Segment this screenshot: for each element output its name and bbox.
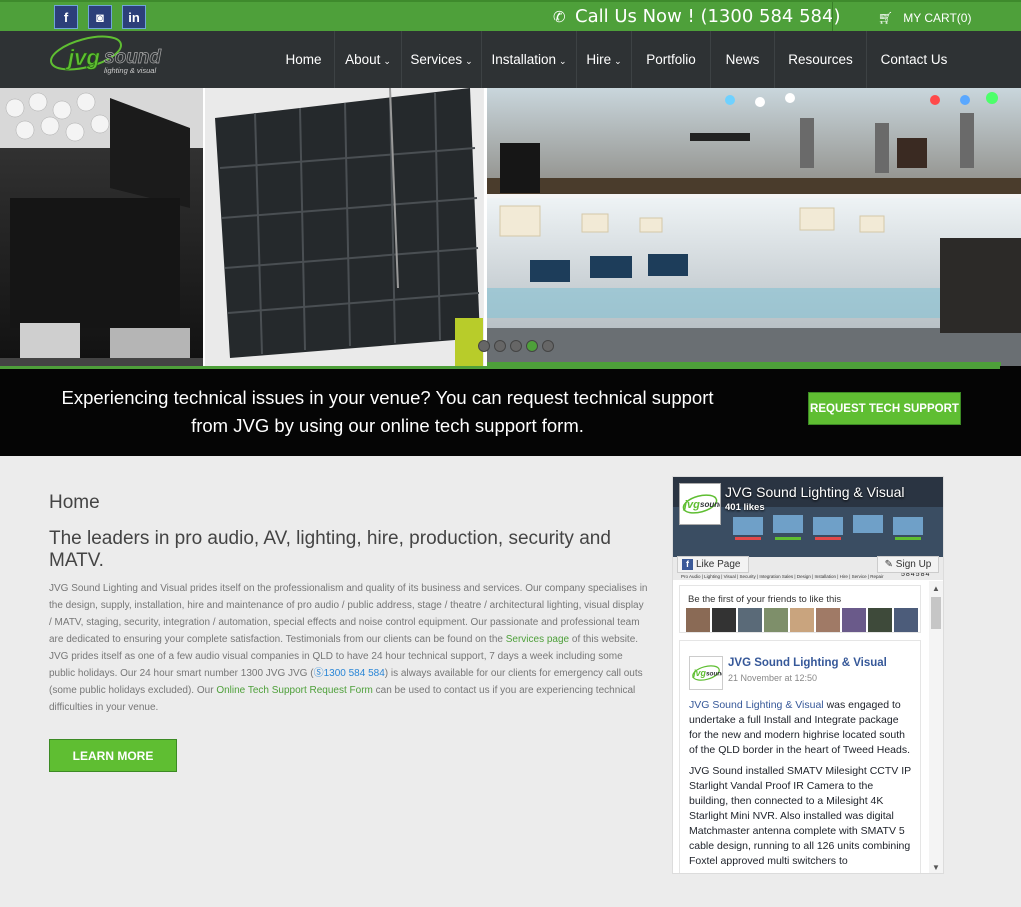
post-body: JVG Sound Lighting & Visual was engaged … bbox=[689, 698, 913, 869]
chevron-down-icon: ⌄ bbox=[383, 56, 391, 66]
scroll-thumb[interactable] bbox=[931, 597, 941, 629]
nav-label: Contact Us bbox=[880, 52, 948, 67]
nav-label: Hire bbox=[586, 52, 612, 67]
svg-text:jvg: jvg bbox=[692, 668, 706, 678]
nav-resources[interactable]: Resources bbox=[775, 31, 867, 88]
nav-installation[interactable]: Installation ⌄ bbox=[482, 31, 577, 88]
like-page-button[interactable]: f Like Page bbox=[677, 556, 749, 573]
friend-avatar[interactable] bbox=[842, 608, 866, 632]
nav-label: About bbox=[345, 52, 381, 67]
slider-dot[interactable] bbox=[542, 340, 554, 352]
post-author-avatar[interactable]: jvgsound bbox=[689, 656, 726, 690]
services-page-link[interactable]: Services page bbox=[506, 634, 569, 645]
phone-icon: ✆ bbox=[553, 8, 566, 26]
friend-avatar[interactable] bbox=[816, 608, 840, 632]
facebook-page-widget: jvgsound JVG Sound Lighting & Visual 401… bbox=[672, 476, 944, 874]
instagram-icon[interactable]: ◙ bbox=[88, 5, 112, 29]
like-page-label: Like Page bbox=[696, 559, 741, 570]
hero-collage-image bbox=[0, 88, 1021, 366]
nav-news[interactable]: News bbox=[711, 31, 775, 88]
sign-up-label: Sign Up bbox=[895, 559, 932, 570]
main-navbar: jvg sound lighting & visual Home About ⌄ … bbox=[0, 31, 1021, 88]
nav-home[interactable]: Home bbox=[273, 31, 335, 88]
tech-support-form-link[interactable]: Online Tech Support Request Form bbox=[216, 685, 373, 696]
banner-text: Experiencing technical issues in your ve… bbox=[61, 387, 714, 436]
linkedin-icon[interactable]: in bbox=[122, 5, 146, 29]
nav-about[interactable]: About ⌄ bbox=[335, 31, 402, 88]
scroll-up-icon[interactable]: ▲ bbox=[932, 584, 940, 593]
friend-avatar[interactable] bbox=[712, 608, 736, 632]
facebook-scrollbar[interactable]: ▲ ▼ bbox=[929, 581, 943, 873]
page-title: Home bbox=[49, 492, 100, 513]
phone-link[interactable]: Ⓢ1300 584 584 bbox=[314, 668, 385, 679]
cart-icon: 🛒︎ bbox=[878, 11, 894, 25]
facebook-post: jvgsound JVG Sound Lighting & Visual 21 … bbox=[679, 640, 921, 873]
hero-slider[interactable] bbox=[0, 88, 1021, 366]
slider-dot[interactable] bbox=[494, 340, 506, 352]
nav-services[interactable]: Services ⌄ bbox=[402, 31, 482, 88]
divider bbox=[832, 2, 833, 31]
cover-tagline: Pro Audio | Lighting | Visual | Security… bbox=[681, 574, 884, 579]
skype-icon: Ⓢ bbox=[313, 668, 324, 679]
nav-label: Installation bbox=[491, 52, 556, 67]
call-us-text: Call Us Now ! (1300 584 584) bbox=[575, 6, 841, 27]
cart-link[interactable]: 🛒︎ MY CART(0) bbox=[878, 11, 971, 25]
facebook-page-logo[interactable]: jvgsound bbox=[679, 483, 725, 525]
nav-label: Resources bbox=[788, 52, 853, 67]
nav-hire[interactable]: Hire ⌄ bbox=[577, 31, 632, 88]
chevron-down-icon: ⌄ bbox=[559, 56, 567, 66]
request-tech-support-button[interactable]: REQUEST TECH SUPPORT bbox=[808, 392, 961, 425]
post-date[interactable]: 21 November at 12:50 bbox=[728, 673, 817, 683]
jvg-sound-logo[interactable]: jvg sound lighting & visual bbox=[46, 31, 170, 81]
svg-text:sound: sound bbox=[104, 47, 161, 68]
svg-text:jvg: jvg bbox=[682, 499, 700, 511]
friend-avatar[interactable] bbox=[738, 608, 762, 632]
learn-more-button[interactable]: LEARN MORE bbox=[49, 739, 177, 772]
intro-paragraph: JVG Sound Lighting and Visual prides its… bbox=[49, 580, 649, 716]
friends-prompt: Be the first of your friends to like thi… bbox=[688, 594, 842, 605]
tech-support-banner: Experiencing technical issues in your ve… bbox=[0, 366, 1021, 456]
post-author-name[interactable]: JVG Sound Lighting & Visual bbox=[728, 657, 887, 669]
friend-avatar[interactable] bbox=[790, 608, 814, 632]
slider-dot[interactable] bbox=[510, 340, 522, 352]
slider-dot[interactable] bbox=[478, 340, 490, 352]
slider-dot-active[interactable] bbox=[526, 340, 538, 352]
phone-link-text: 1300 584 584 bbox=[323, 668, 385, 679]
post-paragraph: JVG Sound installed SMATV Milesight CCTV… bbox=[689, 765, 911, 867]
friend-avatar[interactable] bbox=[686, 608, 710, 632]
facebook-likes-count: 401 likes bbox=[725, 502, 765, 513]
post-paragraph: JVG Sound Lighting & Visual was engaged … bbox=[689, 698, 913, 758]
cart-label: MY CART(0) bbox=[903, 11, 972, 25]
nav-portfolio[interactable]: Portfolio bbox=[632, 31, 711, 88]
nav-contact-us[interactable]: Contact Us bbox=[867, 31, 961, 88]
banner-accent-bar bbox=[0, 366, 1000, 369]
facebook-cover[interactable]: jvgsound JVG Sound Lighting & Visual 401… bbox=[673, 477, 943, 580]
svg-text:lighting & visual: lighting & visual bbox=[104, 66, 156, 75]
nav-label: Services bbox=[410, 52, 463, 67]
svg-text:jvg: jvg bbox=[65, 45, 100, 70]
friend-avatar[interactable] bbox=[868, 608, 892, 632]
friend-avatar[interactable] bbox=[894, 608, 918, 632]
post-page-link[interactable]: JVG Sound Lighting & Visual bbox=[689, 699, 824, 711]
friend-avatar[interactable] bbox=[764, 608, 788, 632]
chevron-down-icon: ⌄ bbox=[614, 56, 622, 66]
nav-label: Portfolio bbox=[646, 52, 696, 67]
top-bar: f ◙ in ✆ Call Us Now ! (1300 584 584) 🛒︎ M… bbox=[0, 0, 1021, 31]
facebook-icon: f bbox=[682, 559, 693, 570]
call-us-link[interactable]: ✆ Call Us Now ! (1300 584 584) bbox=[553, 6, 840, 27]
facebook-icon[interactable]: f bbox=[54, 5, 78, 29]
nav-label: News bbox=[725, 52, 760, 67]
chevron-down-icon: ⌄ bbox=[465, 56, 473, 66]
pencil-icon: ✎ bbox=[884, 559, 896, 570]
scroll-down-icon[interactable]: ▼ bbox=[932, 863, 940, 872]
friends-like-box: Be the first of your friends to like thi… bbox=[679, 585, 921, 633]
page-subheading: The leaders in pro audio, AV, lighting, … bbox=[49, 528, 611, 571]
nav-label: Home bbox=[285, 52, 322, 67]
svg-text:sound: sound bbox=[700, 500, 720, 509]
svg-text:sound: sound bbox=[706, 670, 722, 677]
sign-up-button[interactable]: ✎ Sign Up bbox=[877, 556, 939, 573]
facebook-page-name[interactable]: JVG Sound Lighting & Visual bbox=[725, 484, 905, 500]
